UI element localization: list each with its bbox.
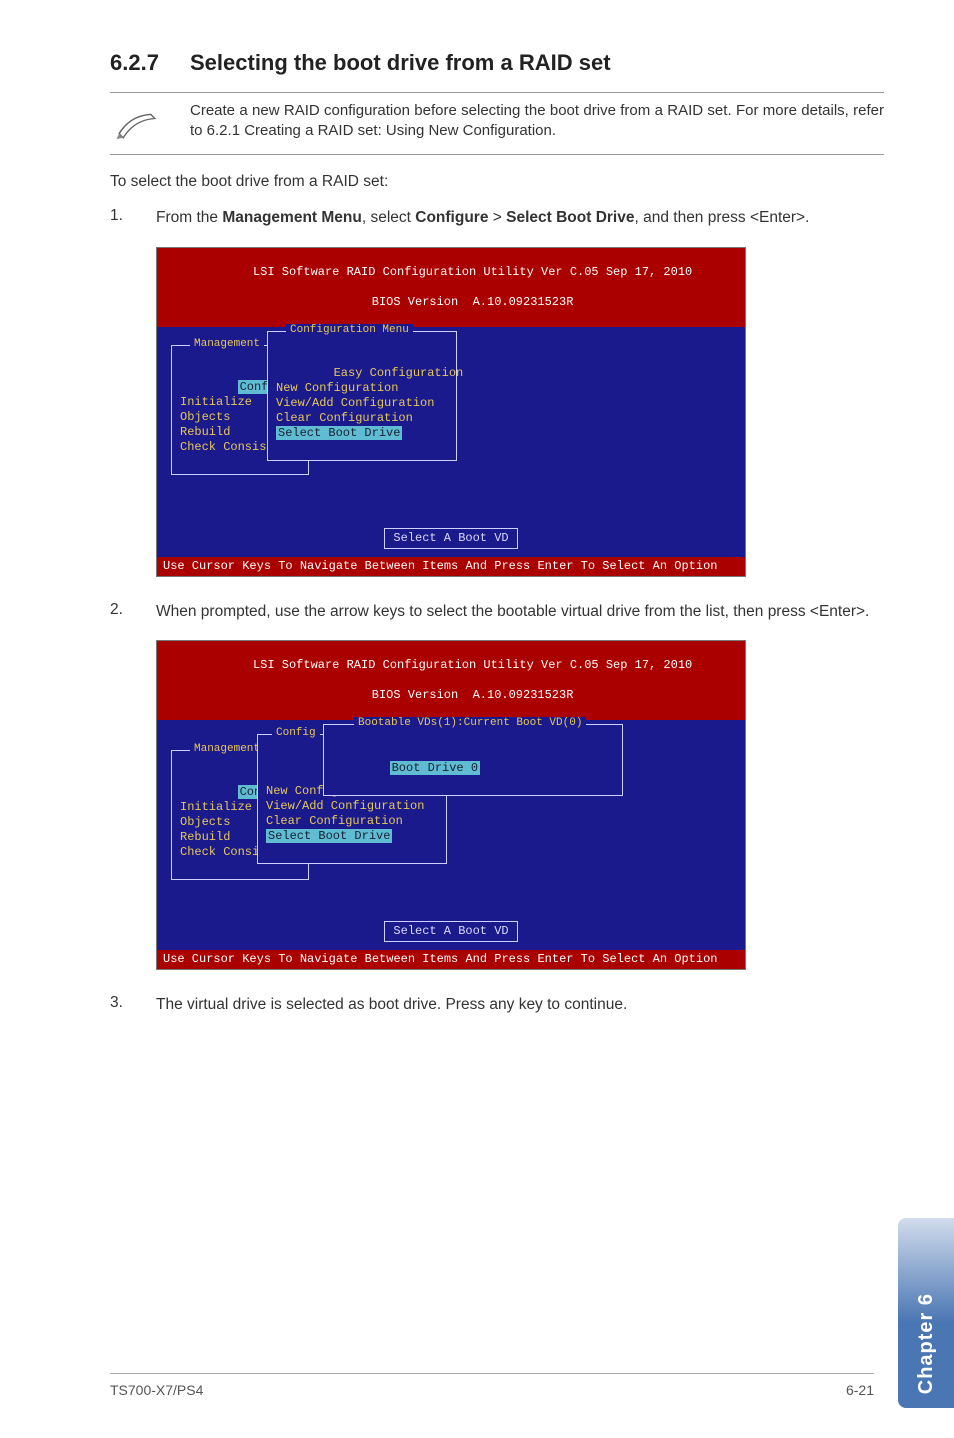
- cfg-view[interactable]: View/Add Configuration: [266, 799, 424, 813]
- step1-bold3: Select Boot Drive: [506, 209, 634, 226]
- bios-header-line1: LSI Software RAID Configuration Utility …: [253, 265, 692, 279]
- bios-screenshot-1: LSI Software RAID Configuration Utility …: [156, 247, 746, 577]
- mgmt-item-rebuild[interactable]: Rebuild: [180, 425, 230, 439]
- chapter-tab: Chapter 6: [898, 1218, 954, 1408]
- bios-footer: Use Cursor Keys To Navigate Between Item…: [157, 557, 745, 576]
- step-text: When prompted, use the arrow keys to sel…: [156, 601, 884, 623]
- section-heading: Selecting the boot drive from a RAID set: [190, 50, 611, 76]
- step-number: 3.: [110, 994, 156, 1016]
- step1-mid1: , select: [362, 209, 415, 226]
- pencil-icon: [110, 101, 170, 146]
- cfg-new[interactable]: New Configuration: [276, 381, 398, 395]
- configuration-menu-box: Configuration Menu Easy Configuration Ne…: [267, 331, 457, 461]
- management-title: Management: [190, 338, 264, 352]
- bootable-vds-box: Bootable VDs(1):Current Boot VD(0) Boot …: [323, 724, 623, 796]
- bios-header-line1: LSI Software RAID Configuration Utility …: [253, 658, 692, 672]
- bios-header-line2: BIOS Version A.10.09231523R: [372, 295, 574, 309]
- bios-screenshot-2: LSI Software RAID Configuration Utility …: [156, 640, 746, 970]
- step1-bold2: Configure: [415, 209, 488, 226]
- step1-mid2: >: [488, 209, 506, 226]
- mgmt-item-initialize[interactable]: Initialize: [180, 800, 252, 814]
- step-2: 2. When prompted, use the arrow keys to …: [110, 601, 884, 623]
- step1-bold1: Management Menu: [222, 209, 362, 226]
- section-title: 6.2.7 Selecting the boot drive from a RA…: [110, 50, 884, 76]
- bios-header: LSI Software RAID Configuration Utility …: [157, 248, 745, 327]
- step-number: 2.: [110, 601, 156, 623]
- management-title: Management: [190, 743, 264, 757]
- step-text: From the Management Menu, select Configu…: [156, 207, 884, 229]
- boot-drive-0[interactable]: Boot Drive 0: [390, 761, 480, 775]
- cfg-select-boot[interactable]: Select Boot Drive: [266, 829, 392, 843]
- bios-header: LSI Software RAID Configuration Utility …: [157, 641, 745, 720]
- mgmt-item-objects[interactable]: Objects: [180, 410, 230, 424]
- bios-footer: Use Cursor Keys To Navigate Between Item…: [157, 950, 745, 969]
- page-footer: TS700-X7/PS4 6-21: [110, 1373, 874, 1398]
- bios-header-line2: BIOS Version A.10.09231523R: [372, 688, 574, 702]
- note-text: Create a new RAID configuration before s…: [170, 101, 884, 142]
- cfg-view[interactable]: View/Add Configuration: [276, 396, 434, 410]
- cfg-clear[interactable]: Clear Configuration: [266, 814, 403, 828]
- cfg-select-boot[interactable]: Select Boot Drive: [276, 426, 402, 440]
- section-number: 6.2.7: [110, 50, 190, 76]
- info-note: Create a new RAID configuration before s…: [110, 92, 884, 155]
- select-a-boot-vd-box: Select A Boot VD: [384, 528, 517, 549]
- footer-model: TS700-X7/PS4: [110, 1382, 203, 1398]
- cfg-easy[interactable]: Easy Configuration: [334, 366, 464, 380]
- mgmt-item-rebuild[interactable]: Rebuild: [180, 830, 230, 844]
- step-text: The virtual drive is selected as boot dr…: [156, 994, 884, 1016]
- configuration-menu-title: Configuration Menu: [286, 324, 413, 338]
- chapter-tab-label: Chapter 6: [915, 1293, 938, 1394]
- step-1: 1. From the Management Menu, select Conf…: [110, 207, 884, 229]
- footer-page-number: 6-21: [846, 1382, 874, 1398]
- step1-post: , and then press <Enter>.: [634, 209, 809, 226]
- step-3: 3. The virtual drive is selected as boot…: [110, 994, 884, 1016]
- mgmt-item-initialize[interactable]: Initialize: [180, 395, 252, 409]
- intro-paragraph: To select the boot drive from a RAID set…: [110, 173, 884, 191]
- select-a-boot-vd-box: Select A Boot VD: [384, 921, 517, 942]
- configuration-menu-title-partial: Config: [272, 727, 320, 741]
- cfg-clear[interactable]: Clear Configuration: [276, 411, 413, 425]
- step-number: 1.: [110, 207, 156, 229]
- bootable-vds-title: Bootable VDs(1):Current Boot VD(0): [354, 717, 586, 731]
- mgmt-item-objects[interactable]: Objects: [180, 815, 230, 829]
- step1-pre: From the: [156, 209, 222, 226]
